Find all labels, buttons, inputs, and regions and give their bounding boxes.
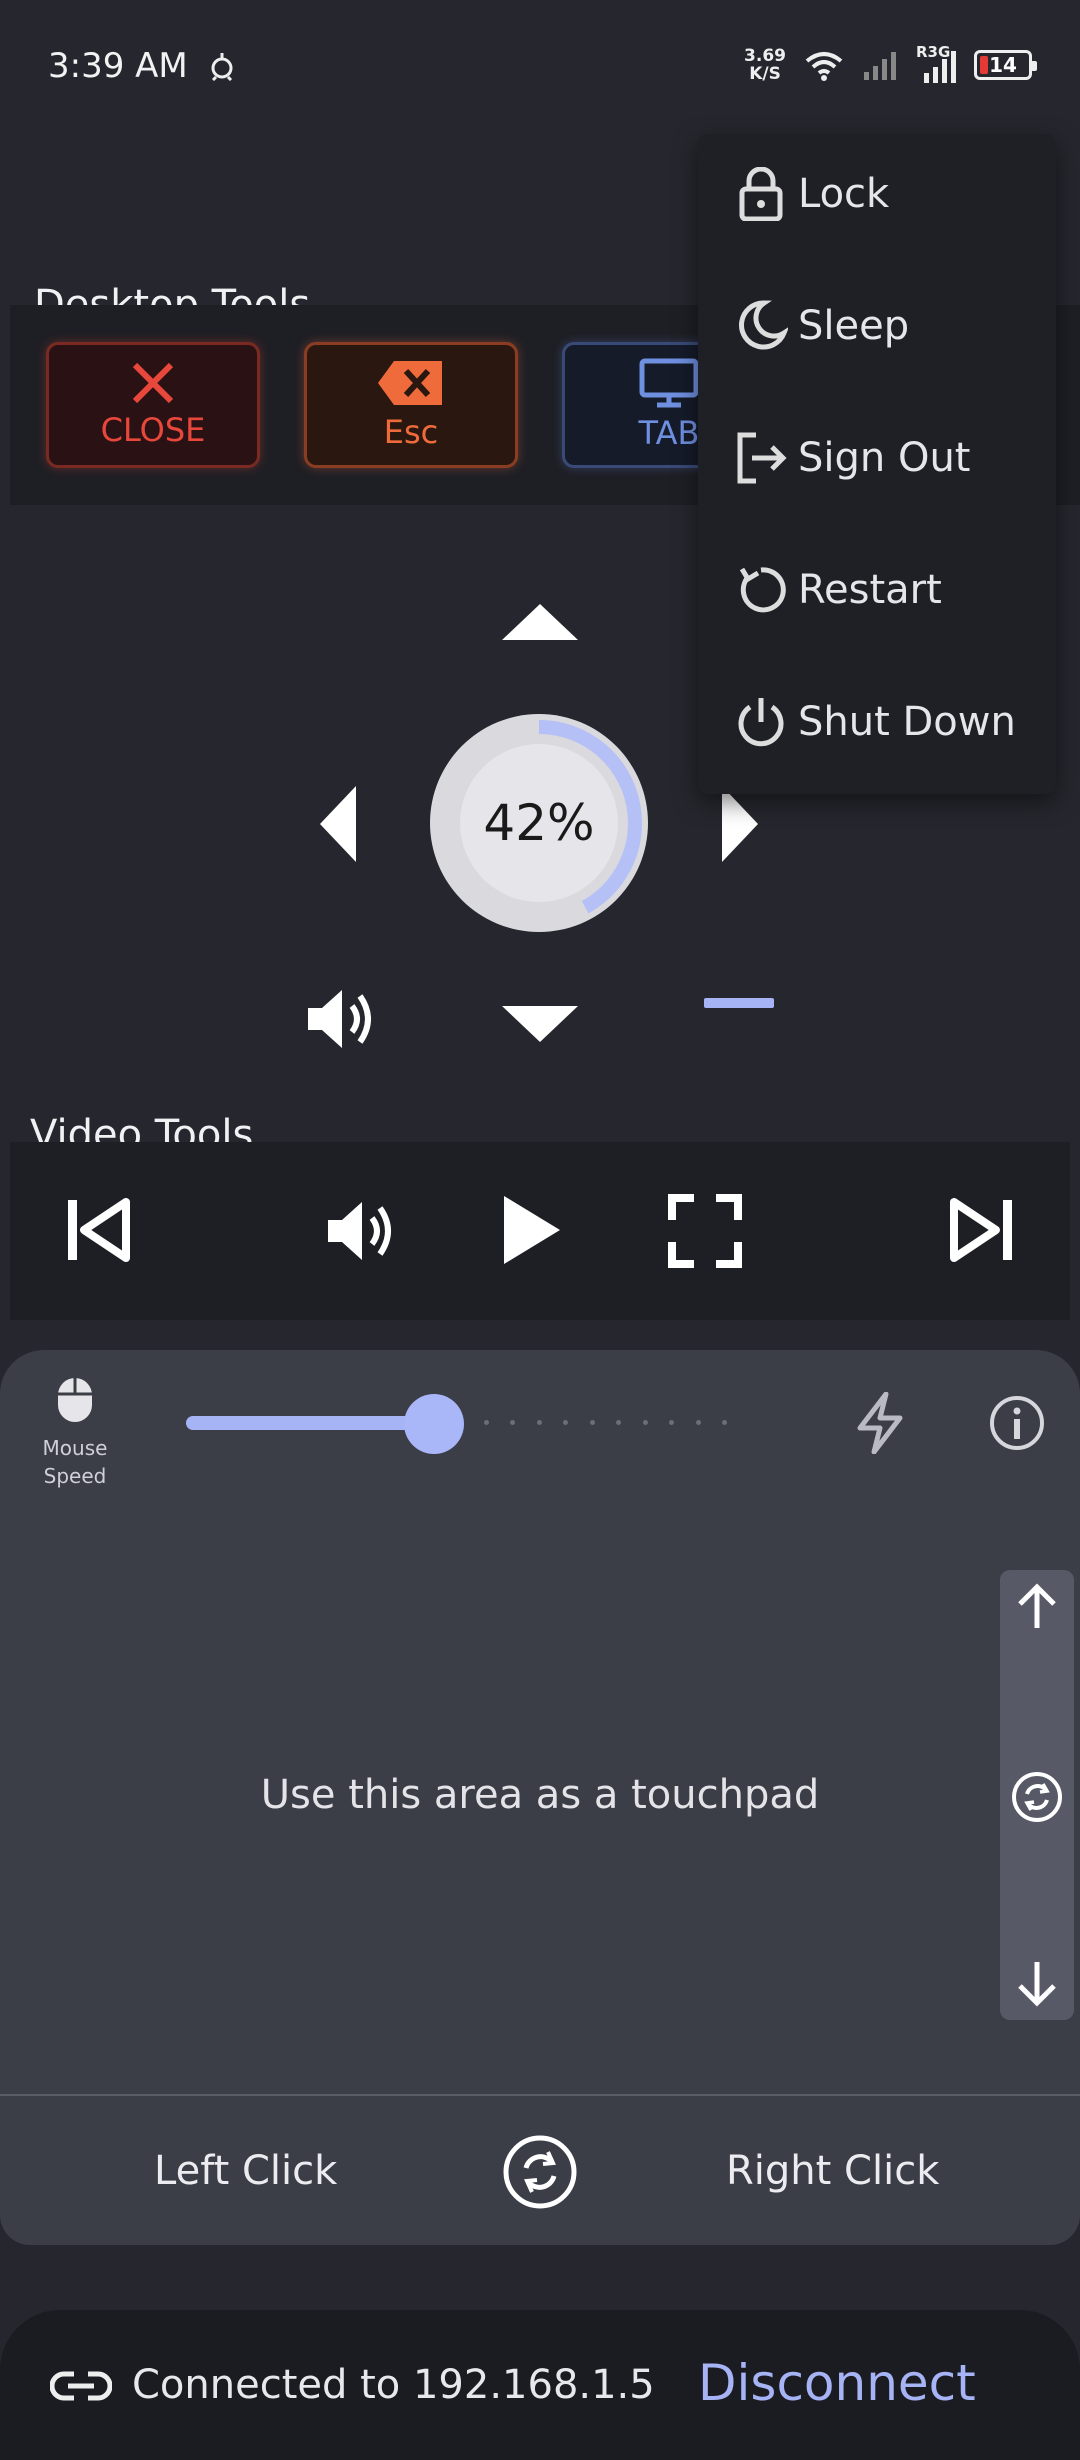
fullscreen-icon[interactable] [668,1194,742,1268]
wifi-icon [805,52,843,81]
mouse-speed-label-line1: Mouse [42,1436,108,1460]
scroll-down-icon[interactable] [1014,1960,1060,2008]
signal-strong-icon: R3G [916,43,956,83]
close-button[interactable]: CLOSE [46,342,260,468]
arrow-down-button[interactable] [502,1006,578,1042]
link-icon [50,2371,112,2401]
backspace-icon [378,361,442,405]
slider-tick [510,1420,515,1425]
esc-button-label: Esc [383,413,439,451]
alarm-icon [211,53,233,82]
disconnect-button[interactable]: Disconnect [698,2354,976,2412]
battery-icon: 14 [974,50,1037,80]
power-menu: Lock Sleep Sign Out Restart Shut Down [698,134,1056,794]
sign-out-icon [737,432,787,484]
esc-button[interactable]: Esc [304,342,518,468]
restart-icon [739,567,786,613]
speed-slider-thumb[interactable] [403,1394,464,1454]
menu-item-shut-down[interactable]: Shut Down [698,662,1056,782]
time-text: 3:39 AM [48,46,188,86]
sync-icon[interactable] [1010,1770,1064,1824]
arrow-left-button[interactable] [320,786,356,862]
arrow-up-button[interactable] [502,604,578,640]
lock-icon [739,167,783,221]
moon-icon [739,300,788,350]
slider-tick [589,1420,595,1425]
touchpad-hint: Use this area as a touchpad [260,1772,820,1818]
slider-tick [563,1420,568,1425]
menu-item-sleep[interactable]: Sleep [698,266,1056,386]
slider-tick [695,1420,701,1425]
scroll-up-icon[interactable] [1014,1582,1060,1630]
net-speed-value: 3.69 [744,46,786,66]
close-button-label: CLOSE [100,411,206,449]
play-icon[interactable] [500,1194,564,1266]
slider-tick [483,1420,489,1425]
previous-track-icon[interactable] [64,1196,132,1264]
net-speed-unit: K/S [749,64,781,84]
menu-item-label: Sleep [798,303,910,349]
slider-tick [642,1420,648,1425]
mouse-speed-label: Mouse Speed [30,1434,120,1490]
connection-status: Connected to 192.168.1.5 [132,2362,655,2408]
lightning-icon[interactable] [852,1392,908,1454]
volume-icon[interactable] [304,984,378,1054]
slider-tick [722,1420,727,1425]
net-speed: 3.69 K/S [744,47,786,83]
speed-slider-active [186,1416,434,1430]
status-time: 3:39 AM [48,46,237,86]
mouse-speed-label-line2: Speed [43,1464,107,1488]
menu-item-sign-out[interactable]: Sign Out [698,398,1056,518]
left-click-button[interactable]: Left Click [154,2148,337,2194]
next-track-icon[interactable] [948,1196,1016,1264]
status-icons: 3.69 K/S R3G 14 [744,40,1037,90]
menu-item-label: Sign Out [798,435,971,481]
arrow-right-button[interactable] [722,786,758,862]
power-icon [738,698,784,747]
info-icon[interactable] [988,1394,1046,1452]
slider-tick [616,1420,621,1425]
mouse-icon [58,1378,92,1422]
slider-tick [536,1420,542,1425]
right-click-button[interactable]: Right Click [726,2148,939,2194]
monitor-icon [639,358,699,408]
menu-item-label: Lock [798,171,890,217]
menu-item-restart[interactable]: Restart [698,530,1056,650]
close-x-icon [132,362,174,404]
menu-item-label: Shut Down [798,699,1016,745]
signal-weak-icon [864,52,896,80]
tab-button-label: TAB [638,414,700,452]
swap-clicks-icon[interactable] [502,2134,578,2210]
video-volume-icon[interactable] [324,1196,398,1266]
slider-tick [669,1420,674,1425]
volume-percent: 42% [460,744,618,902]
menu-item-label: Restart [798,567,942,613]
minus-button[interactable] [704,998,774,1008]
menu-item-lock[interactable]: Lock [698,134,1056,254]
battery-level: 14 [989,53,1017,77]
